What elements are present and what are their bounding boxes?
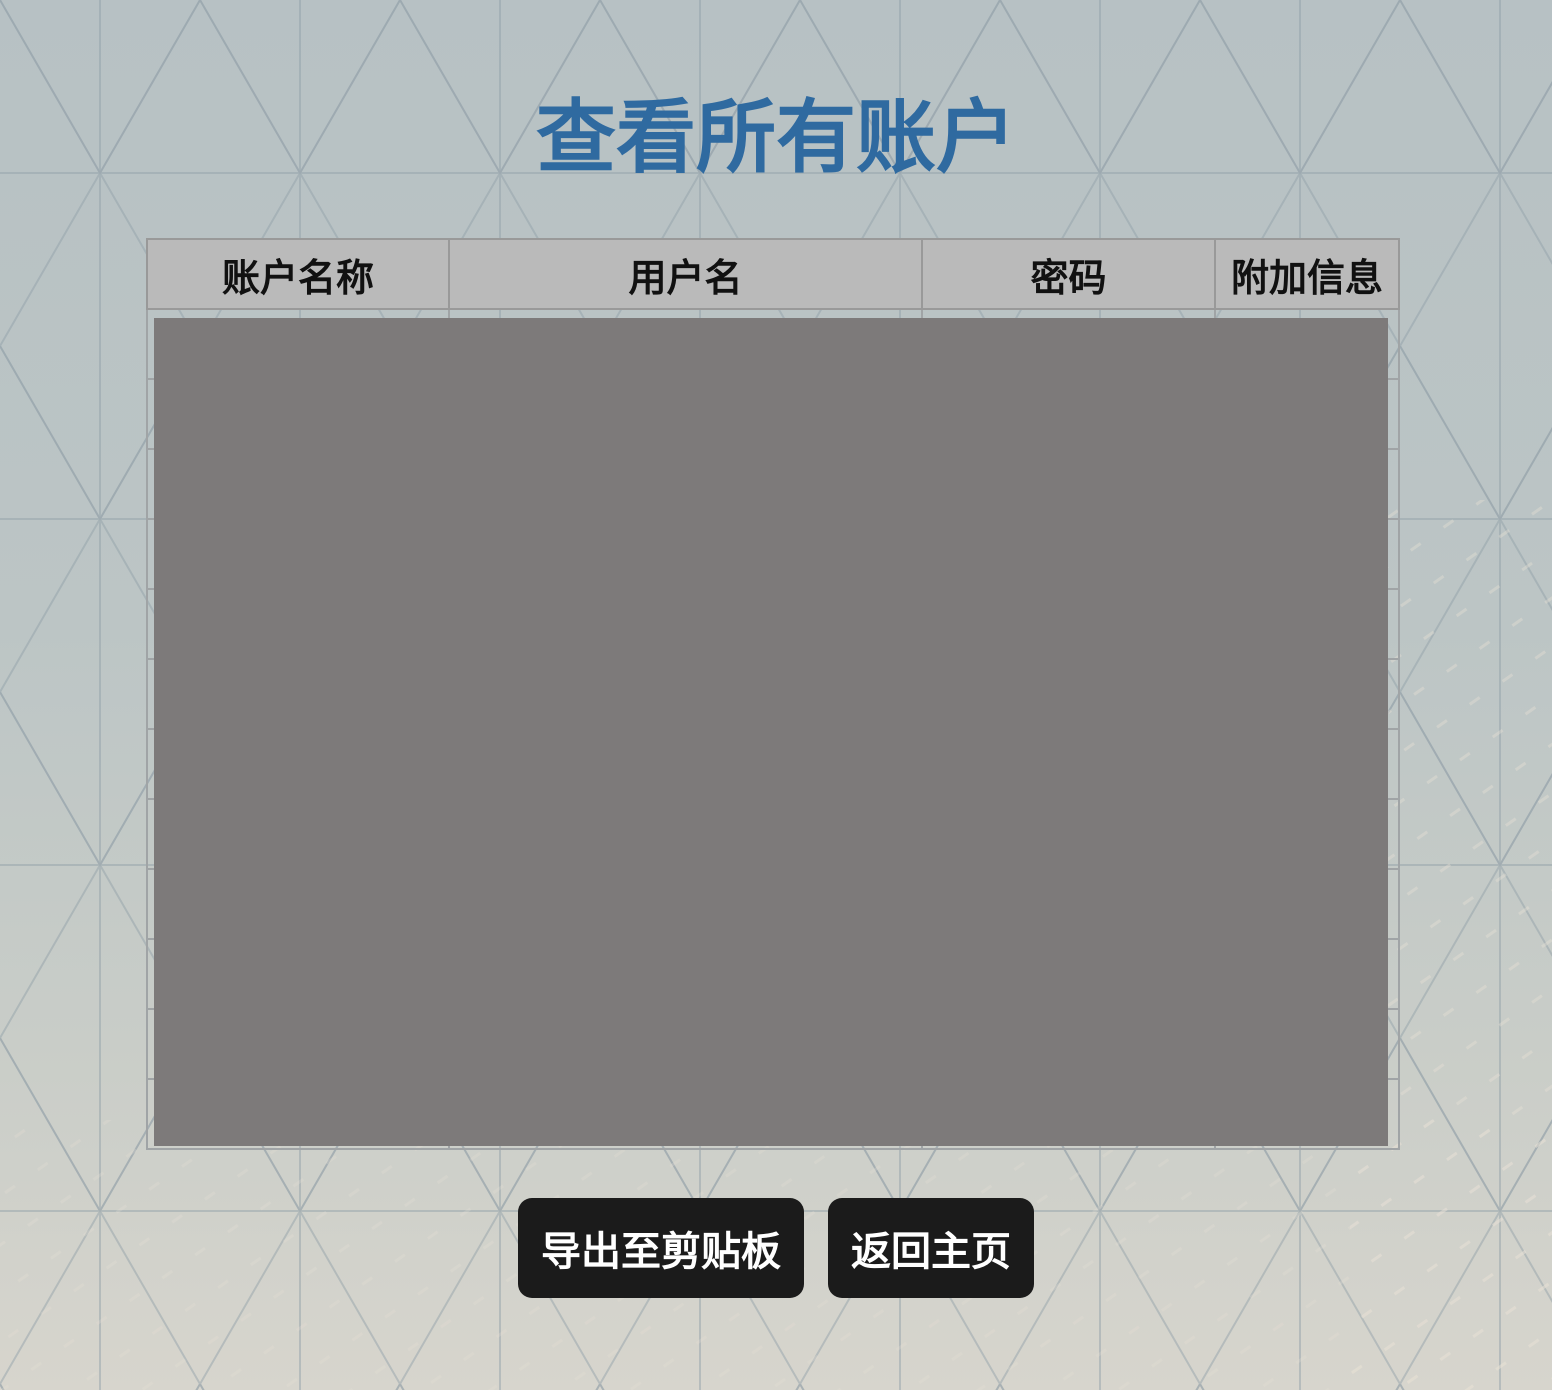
return-home-button[interactable]: 返回主页 <box>828 1198 1034 1298</box>
column-header-account-name: 账户名称 <box>146 238 450 310</box>
table-header-row: 账户名称 用户名 密码 附加信息 <box>146 238 1400 310</box>
column-header-extra-info: 附加信息 <box>1214 238 1400 310</box>
column-header-username: 用户名 <box>448 238 923 310</box>
redaction-overlay <box>154 318 1388 1146</box>
export-to-clipboard-button[interactable]: 导出至剪贴板 <box>518 1198 804 1298</box>
column-header-password: 密码 <box>921 238 1216 310</box>
action-bar: 导出至剪贴板 返回主页 <box>0 1198 1552 1298</box>
page-title: 查看所有账户 <box>536 91 1016 184</box>
